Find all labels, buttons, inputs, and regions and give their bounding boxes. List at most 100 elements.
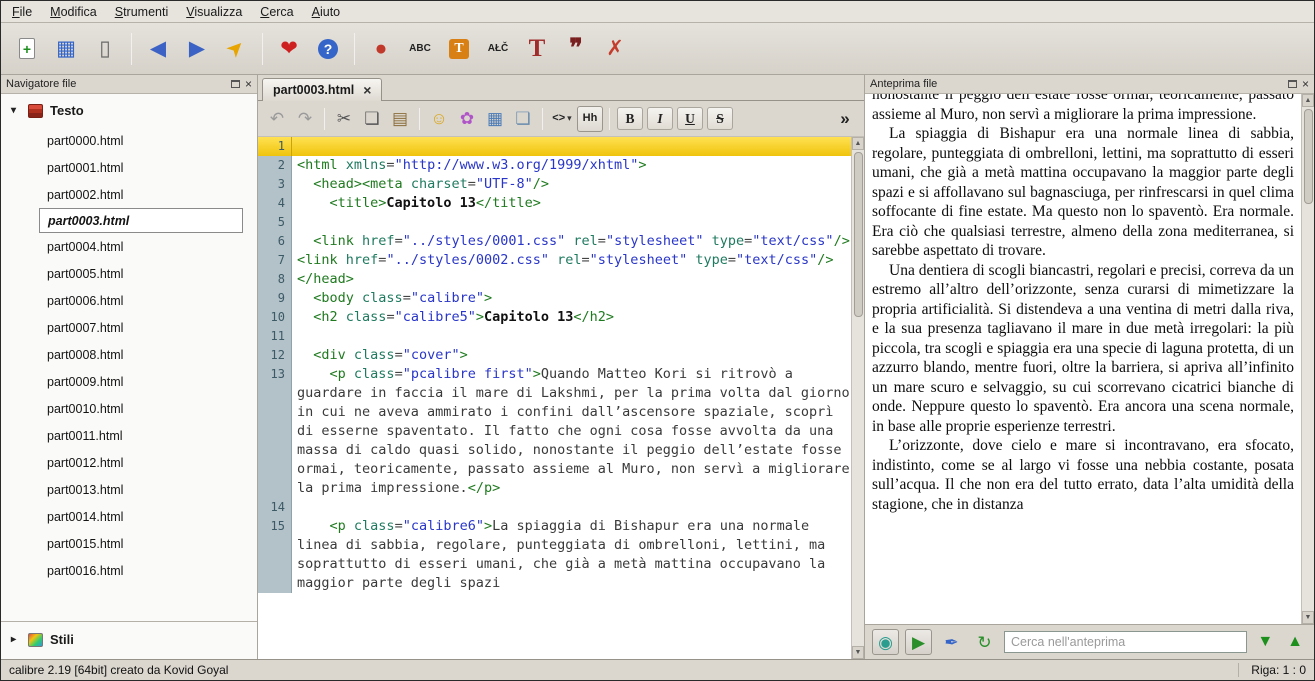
code-line[interactable]: 8 </head> (258, 270, 851, 289)
tree-section-testo[interactable]: ▾ Testo (1, 94, 257, 125)
code-line[interactable]: 13 <p class="pcalibre first">Quando Matt… (258, 365, 851, 498)
find-prev-icon[interactable]: ▲ (1287, 633, 1303, 651)
code-line[interactable]: 10 <h2 class="calibre5">Capitolo 13</h2> (258, 308, 851, 327)
editor-scrollbar[interactable]: ▲ ▼ (851, 137, 864, 659)
file-item[interactable]: part0007.html (1, 314, 257, 341)
file-item[interactable]: part0016.html (1, 557, 257, 584)
code-line[interactable]: 12 <div class="cover"> (258, 346, 851, 365)
file-item[interactable]: part0009.html (1, 368, 257, 395)
file-item[interactable]: part0014.html (1, 503, 257, 530)
send-to-device-icon[interactable]: ▯ (87, 29, 123, 69)
collapse-triangle-icon[interactable]: ▸ (11, 634, 21, 645)
find-next-icon[interactable]: ▼ (1257, 633, 1273, 651)
code-line[interactable]: 15 <p class="calibre6">La spiaggia di Bi… (258, 517, 851, 593)
code-line[interactable]: 7 <link href="../styles/0002.css" rel="st… (258, 251, 851, 270)
help-icon[interactable]: ? (310, 29, 346, 69)
code-editor[interactable]: 1 2 <html xmlns="http://www.w3.org/1999/xh… (258, 137, 864, 659)
smart-quotes-icon[interactable]: ❞ (558, 29, 594, 69)
code-line[interactable]: 4 <title>Capitolo 13</title> (258, 194, 851, 213)
editor-area: part0003.html × ↶ ↷ ✂ ❏ ▤ ☺ ✿ ▦ ❏ <> ▾ Hh B I U S » 1 2 <h… (258, 75, 864, 659)
file-item[interactable]: part0006.html (1, 287, 257, 314)
menu-file[interactable]: File (3, 2, 41, 22)
code-line[interactable]: 5 (258, 213, 851, 232)
expand-triangle-icon[interactable]: ▾ (11, 105, 21, 116)
close-panel-icon[interactable]: × (245, 78, 252, 90)
scroll-up-icon[interactable]: ▲ (1302, 94, 1314, 107)
refresh-icon[interactable]: ↻ (971, 629, 998, 655)
code-line[interactable]: 3 <head><meta charset="UTF-8"/> (258, 175, 851, 194)
float-panel-icon[interactable] (1287, 80, 1297, 88)
tree-section-stili[interactable]: ▸ Stili (1, 621, 257, 659)
menu-modifica[interactable]: Modifica (41, 2, 106, 22)
scroll-down-icon[interactable]: ▼ (1302, 611, 1314, 624)
code-line[interactable]: 6 <link href="../styles/0001.css" rel="s… (258, 232, 851, 251)
scrollbar-thumb[interactable] (853, 152, 863, 317)
insert-heading-icon[interactable]: Hh (577, 105, 603, 132)
menu-strumenti[interactable]: Strumenti (106, 2, 178, 22)
file-item[interactable]: part0015.html (1, 530, 257, 557)
code-line[interactable]: 1 (258, 137, 851, 156)
line-number: 2 (258, 156, 292, 175)
toolbar-overflow-icon[interactable]: » (832, 106, 858, 132)
file-item[interactable]: part0003.html (39, 208, 243, 233)
bold-button[interactable]: B (617, 107, 643, 130)
file-item[interactable]: part0010.html (1, 395, 257, 422)
file-item[interactable]: part0013.html (1, 476, 257, 503)
file-item[interactable]: part0011.html (1, 422, 257, 449)
play-icon[interactable]: ▶ (905, 629, 932, 655)
code-line[interactable]: 2 <html xmlns="http://www.w3.org/1999/xht… (258, 156, 851, 175)
preview-search-input[interactable] (1004, 631, 1248, 653)
new-file-icon[interactable]: + (9, 29, 45, 69)
fix-html-icon[interactable]: ✗ (597, 29, 633, 69)
file-item[interactable]: part0000.html (1, 127, 257, 154)
cut-icon[interactable]: ✂ (331, 106, 357, 132)
back-icon[interactable]: ◀ (140, 29, 176, 69)
follow-cursor-icon[interactable]: ✒ (938, 629, 965, 655)
scrollbar-thumb[interactable] (1303, 109, 1313, 204)
preview-wrap: nonostante il peggio dell’estate fosse o… (865, 93, 1314, 624)
tab-part0003[interactable]: part0003.html × (262, 78, 383, 101)
file-item[interactable]: part0001.html (1, 154, 257, 181)
goto-location-icon[interactable]: ➤ (218, 29, 254, 69)
menu-aiuto[interactable]: Aiuto (303, 2, 350, 22)
save-icon[interactable]: ▦ (48, 29, 84, 69)
forward-icon[interactable]: ▶ (179, 29, 215, 69)
float-panel-icon[interactable] (230, 80, 240, 88)
insert-tag-icon[interactable]: <> ▾ (549, 106, 575, 132)
insert-special-char-icon[interactable]: T (441, 29, 477, 69)
undo-icon[interactable]: ↶ (264, 106, 290, 132)
file-item[interactable]: part0005.html (1, 260, 257, 287)
text-folder-icon (28, 103, 43, 118)
check-book-icon[interactable]: ● (363, 29, 399, 69)
compare-icon[interactable]: ❏ (510, 106, 536, 132)
copy-icon[interactable]: ❏ (359, 106, 385, 132)
tab-close-icon[interactable]: × (363, 83, 371, 97)
donate-icon[interactable]: ❤ (271, 29, 307, 69)
insert-image-icon[interactable]: ▦ (482, 106, 508, 132)
live-preview-icon[interactable]: ◉ (872, 629, 899, 655)
arrange-file-icon[interactable]: ☺ (426, 106, 452, 132)
change-case-icon[interactable]: AŁČ (480, 29, 516, 69)
file-item[interactable]: part0008.html (1, 341, 257, 368)
preview-scrollbar[interactable]: ▲ ▼ (1301, 94, 1314, 624)
redo-icon[interactable]: ↷ (292, 106, 318, 132)
close-panel-icon[interactable]: × (1302, 78, 1309, 90)
menu-cerca[interactable]: Cerca (251, 2, 302, 22)
paste-icon[interactable]: ▤ (387, 106, 413, 132)
file-item[interactable]: part0004.html (1, 233, 257, 260)
special-character-icon[interactable]: ✿ (454, 106, 480, 132)
scroll-up-icon[interactable]: ▲ (852, 137, 864, 150)
scroll-down-icon[interactable]: ▼ (852, 646, 864, 659)
code-line[interactable]: 9 <body class="calibre"> (258, 289, 851, 308)
spell-check-icon[interactable]: ABC (402, 29, 438, 69)
file-item[interactable]: part0002.html (1, 181, 257, 208)
strike-button[interactable]: S (707, 107, 733, 130)
code-line[interactable]: 14 (258, 498, 851, 517)
menu-visualizza[interactable]: Visualizza (177, 2, 251, 22)
italic-button[interactable]: I (647, 107, 673, 130)
title-case-icon[interactable]: T (519, 29, 555, 69)
underline-button[interactable]: U (677, 107, 703, 130)
forward-icon: ▶ (188, 37, 206, 60)
file-item[interactable]: part0012.html (1, 449, 257, 476)
code-line[interactable]: 11 (258, 327, 851, 346)
